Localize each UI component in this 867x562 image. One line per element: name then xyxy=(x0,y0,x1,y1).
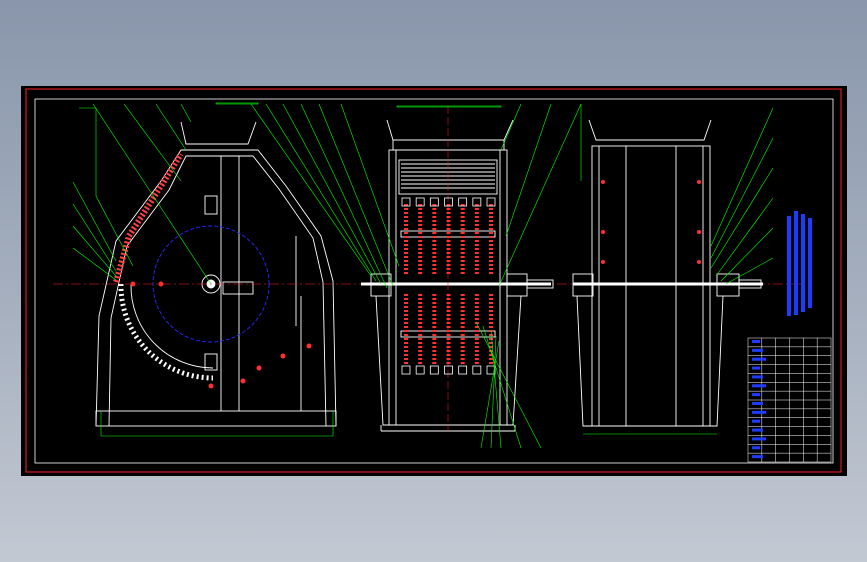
sheet-inner-border xyxy=(34,98,834,464)
end-view xyxy=(572,119,763,435)
title-block-entry xyxy=(752,446,760,450)
hammer-head xyxy=(444,365,453,375)
title-block-entry xyxy=(752,357,766,361)
side-body-outline xyxy=(95,149,337,427)
cad-viewport xyxy=(0,0,867,562)
side-base xyxy=(95,410,337,427)
side-hopper xyxy=(180,121,257,145)
title-block-entry xyxy=(752,393,760,397)
title-block-entry xyxy=(752,402,763,405)
side-view-leaders xyxy=(72,102,334,436)
hammer-head xyxy=(458,365,468,375)
drawing-sheet xyxy=(21,86,847,476)
end-body xyxy=(591,145,711,427)
assembly-drawing xyxy=(25,88,842,473)
title-block-entry xyxy=(752,410,766,414)
title-block-entry xyxy=(752,348,763,352)
title-block-entry xyxy=(752,437,766,441)
title-block-entry xyxy=(752,384,766,388)
end-view-leaders xyxy=(580,104,774,285)
title-block-entry xyxy=(752,366,760,370)
title-block-entry xyxy=(752,340,760,343)
title-block xyxy=(747,337,832,463)
screen-grate-arc xyxy=(118,283,214,381)
title-block-entry xyxy=(752,428,763,432)
front-hopper xyxy=(386,119,514,141)
title-block-entry xyxy=(752,455,763,459)
title-block-entry xyxy=(752,375,763,379)
technical-notes xyxy=(787,211,812,316)
hammer-head xyxy=(429,365,439,375)
side-view xyxy=(95,121,337,437)
end-hopper xyxy=(588,119,712,141)
sheet-outer-border xyxy=(25,88,842,473)
front-view-leaders xyxy=(250,103,582,449)
hammer-head xyxy=(415,365,425,375)
title-block-entry xyxy=(752,419,760,423)
front-view xyxy=(361,106,554,432)
hammer-head xyxy=(401,365,411,375)
hammer-head xyxy=(472,365,482,375)
hammers-lower xyxy=(401,294,496,375)
